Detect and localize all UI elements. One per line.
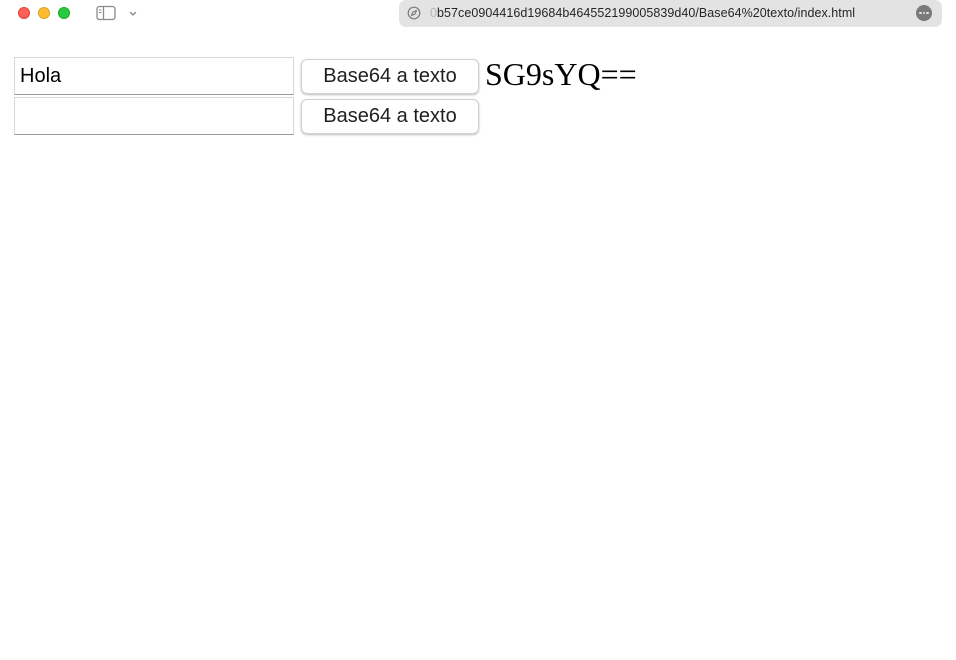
browser-window: 0b57ce0904416d19684b464552199005839d40/B…	[0, 0, 956, 660]
base64-to-text-button[interactable]: Base64 a texto	[301, 59, 479, 94]
more-icon[interactable]	[916, 5, 932, 21]
base64-input-field[interactable]	[14, 57, 294, 95]
url-path: b57ce0904416d19684b464552199005839d40/Ba…	[437, 6, 856, 20]
url-text: 0b57ce0904416d19684b464552199005839d40/B…	[430, 6, 855, 20]
maximize-window-button[interactable]	[58, 7, 70, 19]
address-bar[interactable]: 0b57ce0904416d19684b464552199005839d40/B…	[399, 0, 942, 27]
close-window-button[interactable]	[18, 7, 30, 19]
compass-icon	[407, 6, 421, 20]
text-input-field[interactable]	[14, 97, 294, 135]
browser-toolbar: 0b57ce0904416d19684b464552199005839d40/B…	[0, 0, 956, 28]
chevron-down-icon[interactable]	[127, 7, 139, 19]
minimize-window-button[interactable]	[38, 7, 50, 19]
sidebar-icon[interactable]	[96, 5, 116, 21]
url-faded-prefix: 0	[430, 6, 438, 20]
result-output: SG9sYQ==	[485, 56, 637, 92]
base64-to-text-button-2[interactable]: Base64 a texto	[301, 99, 479, 134]
